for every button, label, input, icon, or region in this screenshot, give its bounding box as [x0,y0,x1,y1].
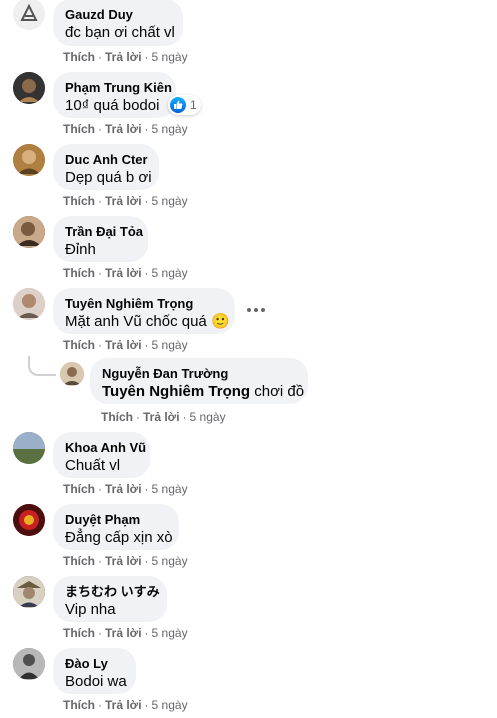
avatar[interactable] [60,362,84,386]
comment-text: Đỉnh [65,241,96,258]
comment-text: Đẳng cấp xịn xò [65,529,173,546]
avatar[interactable] [13,504,45,536]
comment-time[interactable]: 5 ngày [152,194,188,208]
reply-button[interactable]: Trả lời [105,266,142,280]
reaction-badge[interactable]: 1 [168,95,201,115]
comment-bubble: Nguyễn Đan Trường Tuyên Nghiêm Trọng chơ… [90,358,308,404]
comment-text: 10₫ quá bodoi [65,97,160,114]
comment-bubble: Đào Ly Bodoi wa [53,648,136,694]
like-button[interactable]: Thích [63,698,95,712]
comment-bubble: Phạm Trung Kiên 10₫ quá bodoi [53,72,176,118]
comment-actions: Thích · Trả lời · 5 ngày [63,50,188,64]
comment-author[interactable]: Tuyên Nghiêm Trọng [65,296,223,312]
like-button[interactable]: Thích [63,122,95,136]
comment-author[interactable]: Nguyễn Đan Trường [102,366,296,382]
comment-author[interactable]: まちむわ いすみ [65,584,160,600]
comment-bubble: Tuyên Nghiêm Trọng Mặt anh Vũ chốc quá 🙂 [53,288,235,334]
like-button[interactable]: Thích [101,410,133,424]
avatar[interactable] [13,144,45,176]
reply-button[interactable]: Trả lời [105,698,142,712]
like-button[interactable]: Thích [63,50,95,64]
comment-text: đc bạn ơi chất vl [65,24,175,41]
comment-time[interactable]: 5 ngày [152,122,188,136]
comment-author[interactable]: Đào Ly [65,656,124,672]
comment-time[interactable]: 5 ngày [152,266,188,280]
comment-bubble: Duyệt Phạm Đẳng cấp xịn xò [53,504,179,550]
comment-actions: Thích · Trả lời · 5 ngày [63,626,188,640]
comment-time[interactable]: 5 ngày [152,482,188,496]
comment-author[interactable]: Phạm Trung Kiên [65,80,172,96]
avatar[interactable] [13,288,45,320]
more-options-icon[interactable] [242,300,270,320]
reply-button[interactable]: Trả lời [105,194,142,208]
comment-author[interactable]: Duyệt Phạm [65,512,167,528]
reply-button[interactable]: Trả lời [105,122,142,136]
reply-button[interactable]: Trả lời [105,50,142,64]
comment-bubble: Duc Anh Cter Dẹp quá b ơi [53,144,159,190]
comment-bubble: Gauzd Duy đc bạn ơi chất vl [53,0,183,46]
comment-author[interactable]: Khoa Anh Vũ [65,440,146,456]
comment-actions: Thích · Trả lời · 5 ngày [63,482,188,496]
comment-actions: Thích · Trả lời · 5 ngày [63,122,188,136]
avatar[interactable] [13,72,45,104]
reply-button[interactable]: Trả lời [105,554,142,568]
like-button[interactable]: Thích [63,266,95,280]
reply-thread-line [28,356,56,376]
avatar[interactable] [13,216,45,248]
reply-button[interactable]: Trả lời [105,626,142,640]
comment-actions: Thích · Trả lời · 5 ngày [63,194,188,208]
comment-bubble: Khoa Anh Vũ Chuất vl [53,432,150,478]
reply-button[interactable]: Trả lời [105,338,142,352]
comment-text: Dẹp quá b ơi [65,169,152,186]
comment-time[interactable]: 5 ngày [152,50,188,64]
comment-author[interactable]: Trần Đại Tỏa [65,224,143,240]
comment-time[interactable]: 5 ngày [152,626,188,640]
comment-text: Vip nha [65,601,116,618]
like-reaction-icon [170,97,186,113]
comment-time[interactable]: 5 ngày [152,554,188,568]
comment-actions: Thích · Trả lời · 5 ngày [63,698,188,712]
comment-bubble: まちむわ いすみ Vip nha [53,576,167,622]
comment-actions: Thích · Trả lời · 5 ngày [63,554,188,568]
comment-time[interactable]: 5 ngày [152,698,188,712]
like-button[interactable]: Thích [63,482,95,496]
comment-time[interactable]: 5 ngày [152,338,188,352]
comment-actions: Thích · Trả lời · 5 ngày [63,338,188,352]
reply-button[interactable]: Trả lời [105,482,142,496]
avatar[interactable] [13,576,45,608]
mention-link[interactable]: Tuyên Nghiêm Trọng [102,383,250,400]
comment-author[interactable]: Duc Anh Cter [65,152,148,168]
comment-text: Chuất vl [65,457,121,474]
like-button[interactable]: Thích [63,194,95,208]
comment-actions: Thích · Trả lời · 5 ngày [101,410,226,424]
avatar[interactable] [13,432,45,464]
comment-actions: Thích · Trả lời · 5 ngày [63,266,188,280]
like-button[interactable]: Thích [63,554,95,568]
reply-button[interactable]: Trả lời [143,410,180,424]
like-button[interactable]: Thích [63,338,95,352]
avatar[interactable] [13,648,45,680]
like-button[interactable]: Thích [63,626,95,640]
comment-bubble: Trần Đại Tỏa Đỉnh [53,216,148,262]
comment-author[interactable]: Gauzd Duy [65,7,171,23]
reaction-count: 1 [190,98,197,112]
comment-text: Mặt anh Vũ chốc quá 🙂 [65,313,230,330]
comment-time[interactable]: 5 ngày [190,410,226,424]
avatar[interactable] [13,0,45,30]
emoji-icon: 🙂 [210,313,230,330]
comment-text: Tuyên Nghiêm Trọng chơi đồ [102,383,305,400]
comment-text: Bodoi wa [65,673,127,690]
